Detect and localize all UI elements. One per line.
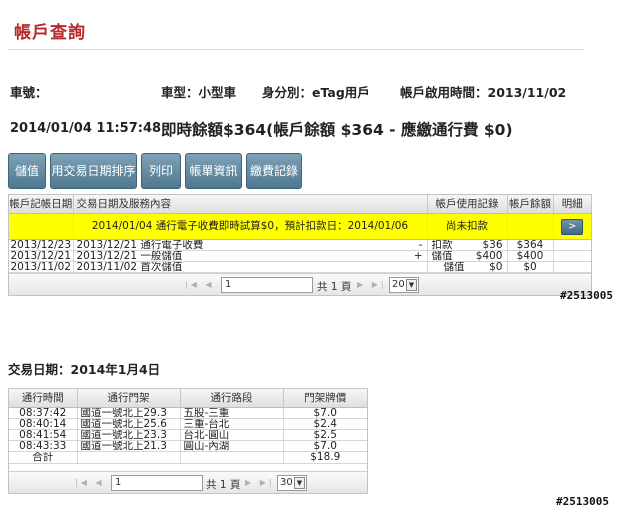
total-pages: 共 1 頁 <box>206 479 241 491</box>
table-row: 08:37:42 國道一號北上29.3 五股-三重 $7.0 <box>9 407 367 419</box>
chevron-down-icon: ▼ <box>294 477 305 489</box>
payment-records-button[interactable]: 繳費記錄 <box>246 153 302 189</box>
pending-row: 2014/01/04 通行電子收費即時試算$0，預計扣款日：2014/01/06… <box>9 213 591 240</box>
account-grid-pager: |◀ ◀ 1 共 1 頁 ▶ ▶| 20 ▼ <box>9 273 591 295</box>
next-last-page-icon[interactable]: ▶ ▶| <box>245 478 275 487</box>
account-records-grid: 帳戶記帳日期 交易日期及服務內容 帳戶使用記錄 帳戶餘額 明細 2014/01/… <box>8 194 592 296</box>
col-post-date[interactable]: 帳戶記帳日期 <box>9 195 74 214</box>
title-divider <box>8 49 584 50</box>
print-button[interactable]: 列印 <box>141 153 181 189</box>
sort-by-date-button[interactable]: 用交易日期排序 <box>50 153 137 189</box>
realtime-balance: 即時餘額$364(帳戶餘額 $364 - 應繳通行費 $0) <box>161 121 513 139</box>
table-row: 2013/12/23 2013/12/21 通行電子收費 - 扣款 $36 $364 <box>9 239 591 251</box>
billing-info-button[interactable]: 帳單資訊 <box>185 153 242 189</box>
page-title: 帳戶查詢 <box>14 23 86 43</box>
table-row: 2013/11/02 2013/11/02 首次儲值 儲值 $0 $0 <box>9 261 591 273</box>
col-gantry[interactable]: 通行門架 <box>77 389 181 408</box>
col-balance[interactable]: 帳戶餘額 <box>507 195 554 214</box>
col-detail[interactable]: 明細 <box>553 195 591 214</box>
pending-description: 2014/01/04 通行電子收費即時試算$0，預計扣款日：2014/01/06 <box>73 213 428 240</box>
table-row: 08:41:54 國道一號北上23.3 台北-圓山 $2.5 <box>9 429 367 441</box>
col-segment[interactable]: 通行路段 <box>180 389 284 408</box>
first-prev-page-icon[interactable]: |◀ ◀ <box>185 280 215 289</box>
query-timestamp: 2014/01/04 11:57:48 <box>10 121 162 136</box>
page-number-input[interactable]: 1 <box>221 277 313 293</box>
transaction-date: 交易日期：2014年1月4日 <box>8 362 161 377</box>
plate-number-label: 車號： <box>10 85 48 100</box>
col-description[interactable]: 交易日期及服務內容 <box>73 195 428 214</box>
page-number-input[interactable]: 1 <box>111 475 203 491</box>
col-price[interactable]: 門架牌價 <box>283 389 367 408</box>
detail-button[interactable]: > <box>561 218 584 235</box>
activation-date: 帳戶啟用時間：2013/11/02 <box>400 85 567 100</box>
topup-button[interactable]: 儲值 <box>8 153 46 189</box>
first-prev-page-icon[interactable]: |◀ ◀ <box>75 478 105 487</box>
transactions-grid: 通行時間 通行門架 通行路段 門架牌價 08:37:42 國道一號北上29.3 … <box>8 388 368 494</box>
col-usage[interactable]: 帳戶使用記錄 <box>427 195 508 214</box>
page-size-select[interactable]: 30 ▼ <box>277 475 307 491</box>
watermark: #2513005 <box>556 495 609 508</box>
page-size-select[interactable]: 20 ▼ <box>389 277 419 293</box>
total-label: 合計 <box>9 451 78 464</box>
next-last-page-icon[interactable]: ▶ ▶| <box>357 280 387 289</box>
table-row: 2013/12/21 2013/12/21 一般儲值 + 儲值 $400 $400 <box>9 250 591 262</box>
total-row: 合計 $18.9 <box>9 451 367 464</box>
col-pass-time[interactable]: 通行時間 <box>9 389 78 408</box>
transactions-grid-pager: |◀ ◀ 1 共 1 頁 ▶ ▶| 30 ▼ <box>9 471 367 493</box>
total-value: $18.9 <box>283 451 367 464</box>
table-row: 08:43:33 國道一號北上21.3 圓山-內湖 $7.0 <box>9 440 367 452</box>
chevron-down-icon: ▼ <box>406 279 417 291</box>
watermark: #2513005 <box>560 289 613 302</box>
pending-status: 尚未扣款 <box>427 213 508 240</box>
vehicle-type: 車型：小型車 <box>161 85 237 100</box>
identity-type: 身分別：eTag用戶 <box>262 85 370 100</box>
table-row: 08:40:14 國道一號北上25.6 三重-台北 $2.4 <box>9 418 367 430</box>
total-pages: 共 1 頁 <box>317 281 352 293</box>
